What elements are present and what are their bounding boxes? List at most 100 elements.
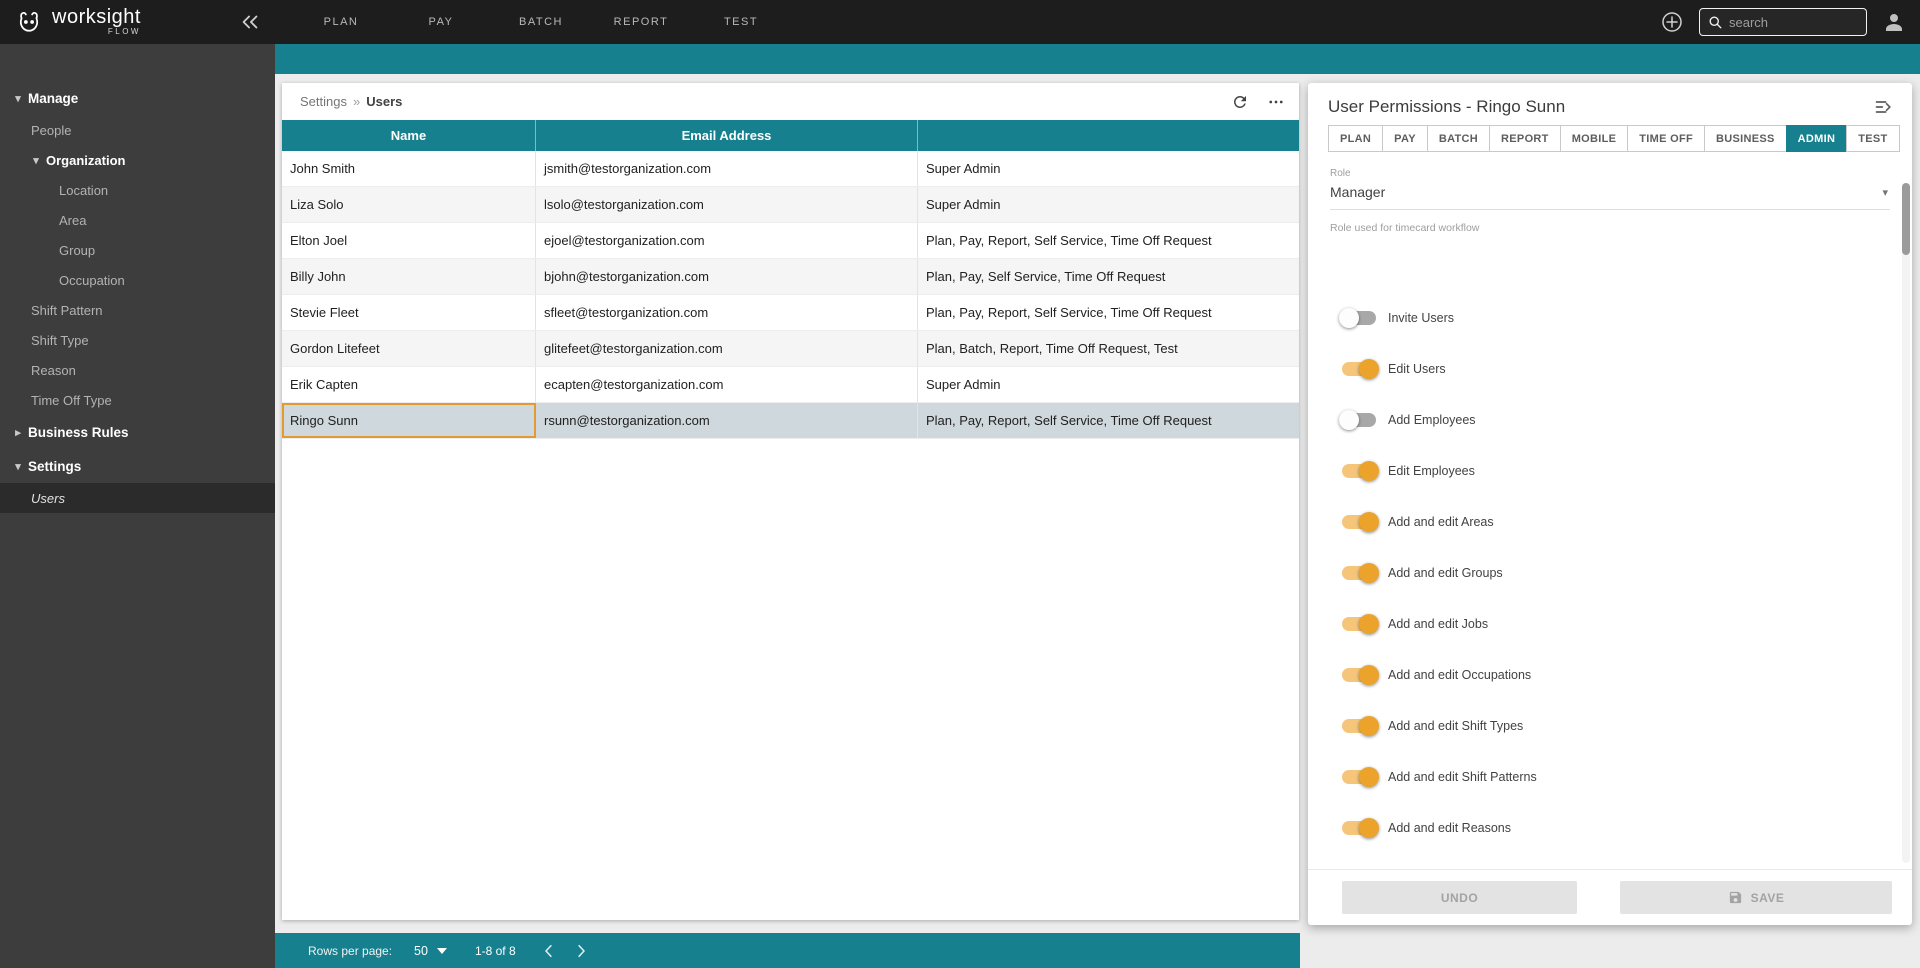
sidebar-item-settings[interactable]: ▾ Settings — [0, 449, 275, 483]
tab-pay[interactable]: PAY — [1382, 125, 1428, 152]
sidebar-item-shift-pattern[interactable]: Shift Pattern — [0, 295, 275, 325]
edit-users-toggle[interactable] — [1342, 362, 1376, 376]
pagination-range: 1-8 of 8 — [475, 944, 516, 958]
table-body: John Smith jsmith@testorganization.com S… — [282, 151, 1299, 439]
nav-item-batch[interactable]: BATCH — [491, 0, 591, 44]
tab-report[interactable]: REPORT — [1489, 125, 1561, 152]
column-header-name[interactable]: Name — [282, 120, 536, 151]
sidebar-item-location[interactable]: Location — [0, 175, 275, 205]
table-row[interactable]: Erik Capten ecapten@testorganization.com… — [282, 367, 1299, 403]
sidebar-collapse-icon[interactable] — [239, 11, 261, 33]
role-select[interactable]: Manager ▾ — [1330, 179, 1890, 210]
nav-item-test[interactable]: TEST — [691, 0, 791, 44]
search-box — [1699, 8, 1867, 36]
sidebar-item-time-off-type[interactable]: Time Off Type — [0, 385, 275, 415]
cell-permissions: Plan, Pay, Self Service, Time Off Reques… — [918, 259, 1299, 294]
sidebar-item-label: People — [31, 123, 71, 138]
toggle-label: Add and edit Groups — [1388, 566, 1503, 580]
sidebar-item-shift-type[interactable]: Shift Type — [0, 325, 275, 355]
undo-button[interactable]: UNDO — [1342, 881, 1577, 914]
add-edit-groups-toggle[interactable] — [1342, 566, 1376, 580]
topbar-right — [1660, 8, 1920, 36]
table-row[interactable]: Gordon Litefeet glitefeet@testorganizati… — [282, 331, 1299, 367]
search-input[interactable] — [1729, 15, 1849, 30]
save-button[interactable]: SAVE — [1620, 881, 1892, 914]
refresh-icon[interactable] — [1231, 93, 1249, 111]
column-header-permissions[interactable] — [918, 120, 1299, 151]
panel-scrollbar-thumb[interactable] — [1902, 183, 1910, 255]
tab-business[interactable]: BUSINESS — [1704, 125, 1787, 152]
toggle-row-add-edit-jobs: Add and edit Jobs — [1308, 598, 1912, 649]
nav-item-pay[interactable]: PAY — [391, 0, 491, 44]
add-edit-occupations-toggle[interactable] — [1342, 668, 1376, 682]
tab-admin[interactable]: ADMIN — [1786, 125, 1848, 152]
sidebar-item-label: Settings — [28, 459, 81, 474]
tab-mobile[interactable]: MOBILE — [1560, 125, 1629, 152]
rows-per-page-select[interactable]: 50 — [414, 944, 447, 958]
table-row[interactable]: John Smith jsmith@testorganization.com S… — [282, 151, 1299, 187]
invite-users-toggle[interactable] — [1342, 311, 1376, 325]
add-edit-areas-toggle[interactable] — [1342, 515, 1376, 529]
table-row[interactable]: Liza Solo lsolo@testorganization.com Sup… — [282, 187, 1299, 223]
sidebar-item-area[interactable]: Area — [0, 205, 275, 235]
add-circle-icon[interactable] — [1660, 10, 1684, 34]
cell-permissions: Super Admin — [918, 187, 1299, 222]
sidebar-item-users[interactable]: Users — [0, 483, 275, 513]
save-icon — [1728, 890, 1743, 905]
sidebar-item-manage[interactable]: ▾ Manage — [0, 81, 275, 115]
close-panel-icon[interactable] — [1874, 97, 1894, 117]
sidebar: ▾ Manage People ▾ Organization Location … — [0, 44, 275, 968]
toggle-row-add-edit-occupations: Add and edit Occupations — [1308, 649, 1912, 700]
table-row[interactable]: Elton Joel ejoel@testorganization.com Pl… — [282, 223, 1299, 259]
sidebar-item-group[interactable]: Group — [0, 235, 275, 265]
cell-email: bjohn@testorganization.com — [536, 259, 918, 294]
more-options-icon[interactable] — [1267, 93, 1285, 111]
toggle-row-add-edit-reasons: Add and edit Reasons — [1308, 802, 1912, 853]
table-row-selected[interactable]: Ringo Sunn rsunn@testorganization.com Pl… — [282, 403, 1299, 439]
save-button-label: SAVE — [1751, 891, 1785, 905]
cell-email: ecapten@testorganization.com — [536, 367, 918, 402]
top-navigation: PLAN PAY BATCH REPORT TEST — [291, 0, 791, 44]
add-edit-jobs-toggle[interactable] — [1342, 617, 1376, 631]
toggle-row-add-edit-areas: Add and edit Areas — [1308, 496, 1912, 547]
users-table-card: Settings » Users Name Email Address John… — [282, 83, 1299, 920]
previous-page-icon[interactable] — [538, 940, 560, 962]
sidebar-item-business-rules[interactable]: ▸ Business Rules — [0, 415, 275, 449]
edit-employees-toggle[interactable] — [1342, 464, 1376, 478]
toggle-label: Invite Users — [1388, 311, 1454, 325]
nav-item-plan[interactable]: PLAN — [291, 0, 391, 44]
table-row[interactable]: Stevie Fleet sfleet@testorganization.com… — [282, 295, 1299, 331]
tab-batch[interactable]: BATCH — [1427, 125, 1490, 152]
sidebar-item-occupation[interactable]: Occupation — [0, 265, 275, 295]
add-edit-shift-patterns-toggle[interactable] — [1342, 770, 1376, 784]
cell-permissions: Plan, Pay, Report, Self Service, Time Of… — [918, 403, 1299, 438]
table-row[interactable]: Billy John bjohn@testorganization.com Pl… — [282, 259, 1299, 295]
breadcrumb-users: Users — [366, 94, 402, 109]
toggle-label: Add Employees — [1388, 413, 1476, 427]
tab-test[interactable]: TEST — [1846, 125, 1899, 152]
role-value: Manager — [1330, 184, 1385, 200]
nav-item-report[interactable]: REPORT — [591, 0, 691, 44]
next-page-icon[interactable] — [570, 940, 592, 962]
add-edit-shift-types-toggle[interactable] — [1342, 719, 1376, 733]
toggle-row-add-edit-shift-types: Add and edit Shift Types — [1308, 700, 1912, 751]
cell-name: Ringo Sunn — [282, 403, 536, 438]
column-header-email[interactable]: Email Address — [536, 120, 918, 151]
sidebar-item-people[interactable]: People — [0, 115, 275, 145]
account-icon[interactable] — [1882, 10, 1906, 34]
table-header-row: Name Email Address — [282, 120, 1299, 151]
toggle-label: Add and edit Occupations — [1388, 668, 1531, 682]
toggle-row-add-employees: Add Employees — [1308, 394, 1912, 445]
toggle-label: Add and edit Reasons — [1388, 821, 1511, 835]
breadcrumb-settings[interactable]: Settings — [300, 94, 347, 109]
add-edit-reasons-toggle[interactable] — [1342, 821, 1376, 835]
sidebar-item-label: Organization — [46, 153, 125, 168]
add-employees-toggle[interactable] — [1342, 413, 1376, 427]
tab-plan[interactable]: PLAN — [1328, 125, 1383, 152]
sidebar-item-reason[interactable]: Reason — [0, 355, 275, 385]
dropdown-caret-icon — [437, 948, 447, 954]
role-label: Role — [1330, 168, 1890, 179]
toggle-row-add-edit-shift-patterns: Add and edit Shift Patterns — [1308, 751, 1912, 802]
tab-time-off[interactable]: TIME OFF — [1627, 125, 1705, 152]
sidebar-item-organization[interactable]: ▾ Organization — [0, 145, 275, 175]
